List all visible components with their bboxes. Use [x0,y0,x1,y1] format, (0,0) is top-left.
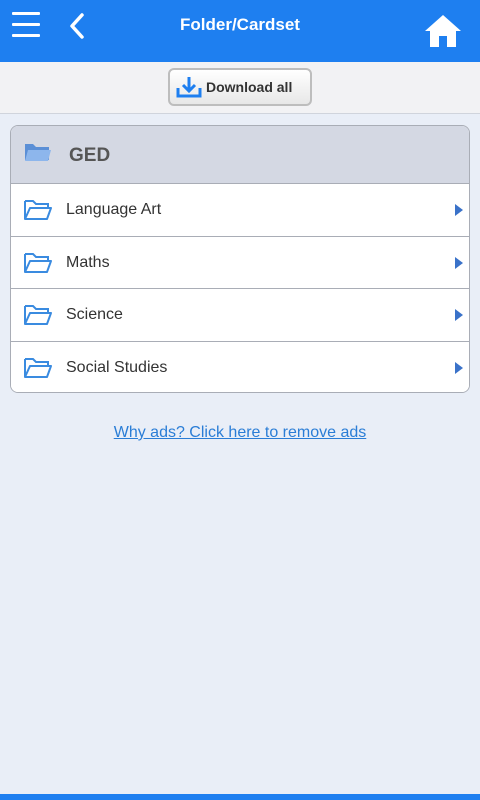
folder-header: GED [11,126,469,184]
download-all-label: Download all [206,79,293,95]
back-button[interactable] [66,12,90,40]
list-item-label: Science [66,306,123,323]
folder-panel: GED Language Art Maths Science Social St… [10,125,470,393]
chevron-right-icon [455,204,463,216]
open-folder-icon [25,144,51,161]
chevron-right-icon [455,256,463,269]
top-app-bar: Folder/Cardset [0,0,480,62]
download-all-button[interactable]: Download all [168,68,312,106]
remove-ads-link[interactable]: Why ads? Click here to remove ads [0,424,480,442]
list-item-maths[interactable]: Maths [11,236,469,289]
download-icon [176,77,202,98]
folder-icon [24,200,52,220]
hamburger-icon [12,12,40,15]
bottom-bar [0,794,480,800]
folder-icon [24,357,52,378]
list-item-language-art[interactable]: Language Art [11,184,469,237]
list-item-science[interactable]: Science [11,289,469,342]
list-item-label: Language Art [66,201,162,218]
folder-icon [24,252,52,273]
list-item-label: Maths [66,253,110,271]
folder-icon [24,305,52,325]
folder-title: GED [69,145,111,166]
chevron-right-icon [455,361,463,374]
toolbar: Download all [0,62,480,114]
menu-button[interactable] [12,12,40,38]
chevron-right-icon [455,309,463,321]
chevron-left-icon [70,13,84,39]
home-icon [425,15,461,47]
list-item-label: Social Studies [66,358,168,376]
home-button[interactable] [424,14,462,48]
list-item-social-studies[interactable]: Social Studies [11,341,469,392]
